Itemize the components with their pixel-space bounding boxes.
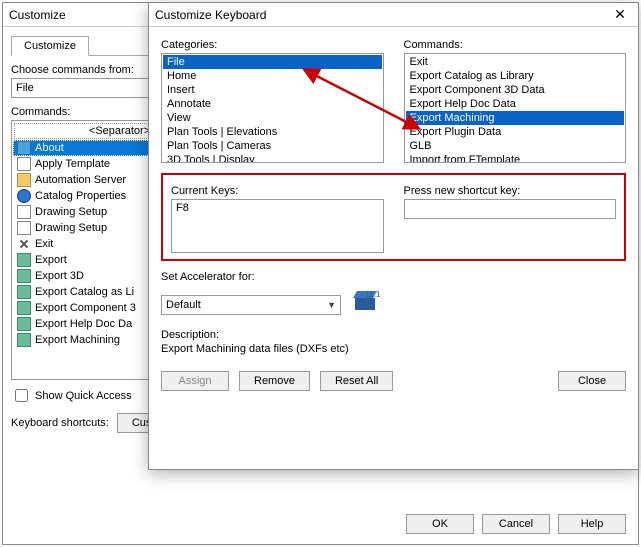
gear-icon bbox=[17, 141, 31, 155]
tab-customize[interactable]: Customize bbox=[11, 36, 89, 56]
description-text: Export Machining data files (DXFs etc) bbox=[161, 343, 626, 355]
close-icon[interactable]: ✕ bbox=[602, 3, 638, 27]
command-item[interactable]: Export Machining bbox=[406, 111, 625, 125]
category-item[interactable]: View bbox=[163, 111, 382, 125]
customize-keyboard-dialog: Customize Keyboard ✕ Categories: FileHom… bbox=[148, 2, 639, 470]
customize-keyboard-titlebar: Customize Keyboard ✕ bbox=[149, 3, 638, 27]
category-item[interactable]: Home bbox=[163, 69, 382, 83]
keyboard-shortcuts-label: Keyboard shortcuts: bbox=[11, 417, 109, 429]
category-item[interactable]: 3D Tools | Display bbox=[163, 153, 382, 163]
help-button[interactable]: Help bbox=[558, 514, 626, 534]
command-item[interactable]: Export Plugin Data bbox=[406, 125, 625, 139]
close-icon bbox=[17, 237, 31, 251]
show-quick-access-checkbox[interactable] bbox=[15, 389, 28, 402]
command-item[interactable]: Export Component 3D Data bbox=[406, 83, 625, 97]
category-item[interactable]: File bbox=[163, 55, 382, 69]
category-item[interactable]: Plan Tools | Cameras bbox=[163, 139, 382, 153]
accelerator-combo[interactable]: Default ▼ bbox=[161, 295, 341, 315]
command-item[interactable]: Exit bbox=[406, 55, 625, 69]
keys-group: Current Keys: F8 Press new shortcut key: bbox=[161, 173, 626, 261]
export-icon bbox=[17, 285, 31, 299]
chevron-down-icon: ▼ bbox=[327, 300, 336, 310]
commands-listbox-front[interactable]: ExitExport Catalog as LibraryExport Comp… bbox=[404, 53, 627, 163]
category-item[interactable]: Plan Tools | Elevations bbox=[163, 125, 382, 139]
command-item[interactable]: Export Catalog as Library bbox=[406, 69, 625, 83]
cube-icon: 11.1 bbox=[351, 291, 379, 319]
categories-label: Categories: bbox=[161, 39, 384, 51]
folder-icon bbox=[17, 173, 31, 187]
export-icon bbox=[17, 269, 31, 283]
document-icon bbox=[17, 221, 31, 235]
accelerator-value: Default bbox=[166, 299, 201, 311]
cancel-button[interactable]: Cancel bbox=[482, 514, 550, 534]
export-icon bbox=[17, 333, 31, 347]
info-icon bbox=[17, 189, 31, 203]
categories-listbox[interactable]: FileHomeInsertAnnotateViewPlan Tools | E… bbox=[161, 53, 384, 163]
current-keys-label: Current Keys: bbox=[171, 185, 384, 197]
press-new-input[interactable] bbox=[404, 199, 617, 219]
command-item[interactable]: Import from FTemplate bbox=[406, 153, 625, 163]
command-item[interactable]: GLB bbox=[406, 139, 625, 153]
customize-title: Customize bbox=[9, 8, 66, 22]
assign-button[interactable]: Assign bbox=[161, 371, 229, 391]
category-item[interactable]: Annotate bbox=[163, 97, 382, 111]
category-item[interactable]: Insert bbox=[163, 83, 382, 97]
remove-button[interactable]: Remove bbox=[239, 371, 310, 391]
export-icon bbox=[17, 317, 31, 331]
current-key-value[interactable]: F8 bbox=[176, 202, 379, 214]
export-icon bbox=[17, 301, 31, 315]
show-quick-access-label: Show Quick Access bbox=[35, 390, 132, 402]
ok-button[interactable]: OK bbox=[406, 514, 474, 534]
commands-front-label: Commands: bbox=[404, 39, 627, 51]
reset-all-button[interactable]: Reset All bbox=[320, 371, 393, 391]
command-item[interactable]: Export Help Doc Data bbox=[406, 97, 625, 111]
accelerator-label: Set Accelerator for: bbox=[161, 271, 626, 283]
export-icon bbox=[17, 253, 31, 267]
close-button[interactable]: Close bbox=[558, 371, 626, 391]
document-icon bbox=[17, 157, 31, 171]
choose-commands-value: File bbox=[16, 82, 34, 94]
description-label: Description: bbox=[161, 329, 626, 341]
customize-keyboard-title: Customize Keyboard bbox=[155, 8, 266, 22]
document-icon bbox=[17, 205, 31, 219]
current-keys-list[interactable]: F8 bbox=[171, 199, 384, 253]
press-new-label: Press new shortcut key: bbox=[404, 185, 617, 197]
